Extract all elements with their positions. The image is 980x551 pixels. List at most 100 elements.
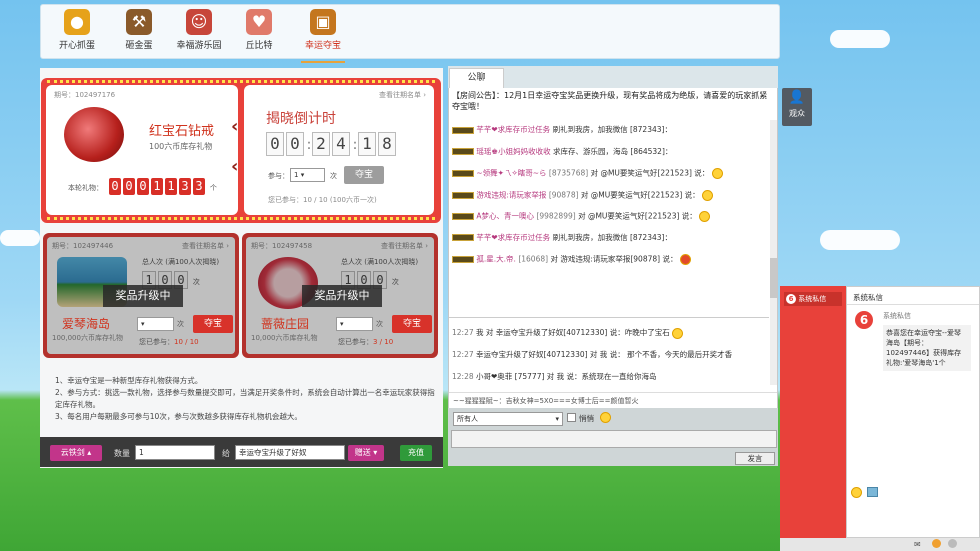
- viewers-button[interactable]: 👤 观众: [782, 88, 812, 126]
- nav-label: 丘比特: [245, 41, 273, 51]
- vip-badge-icon: [452, 213, 474, 220]
- bracket-icon: ‹: [231, 116, 239, 137]
- join-unit: 次: [177, 320, 184, 328]
- period-number: 期号：102497176: [54, 91, 116, 99]
- emoji-picker-icon[interactable]: [600, 412, 611, 423]
- treasure-button[interactable]: 夺宝: [392, 315, 432, 333]
- divider: [847, 304, 979, 305]
- select-value: 1: [294, 171, 299, 179]
- digit: 3: [179, 178, 191, 195]
- treasure-chest-icon: ▣: [310, 9, 336, 35]
- vip-badge-icon: [452, 256, 474, 263]
- prize-price: 100,000六币库存礼物: [52, 334, 123, 342]
- announcement-text: 【房间公告】：12月1日幸运夺宝奖品更换升级，现有奖品将成为绝版，请喜爱的玩家抓…: [452, 91, 768, 111]
- notification-icon[interactable]: [932, 539, 941, 548]
- chat-send-button[interactable]: 发言: [735, 452, 775, 465]
- join-count-select[interactable]: ▾: [336, 317, 373, 331]
- prize-price: 10,000六币库存礼物: [251, 334, 318, 342]
- chat-username[interactable]: 孤.星.大.帝.: [476, 255, 516, 264]
- nav-item-happy-egg[interactable]: ● 开心抓蛋: [47, 9, 107, 51]
- pm-contact-label: 系统私信: [798, 295, 827, 303]
- pm-sidebar: 6 系统私信: [780, 286, 846, 538]
- gift-notice-text: ~~猩猩猩賦~：吉秋女神=5X0===女博士后==颜值暂火: [453, 397, 639, 405]
- chat-user-id: [16068]: [518, 254, 549, 264]
- history-list-link[interactable]: 查看往期名单 ›: [379, 90, 426, 100]
- game-nav-bar: ● 开心抓蛋 ⚒ 砸金蛋 ☺ 幸福游乐园 ♥ 丘比特 ▣ 幸运夺宝: [40, 4, 780, 63]
- rule-item: 3、每名用户每期最多可参与10次，参与次数越多获得库存礼物机会越大。: [55, 412, 302, 421]
- treasure-button[interactable]: 夺宝: [344, 166, 384, 184]
- nav-item-smash-egg[interactable]: ⚒ 砸金蛋: [109, 9, 169, 51]
- nav-item-happy-park[interactable]: ☺ 幸福游乐园: [169, 9, 229, 51]
- chat-text: 求库存、游乐园，海岛 [864532]：: [553, 146, 673, 156]
- pm-image-icon[interactable]: [867, 487, 878, 497]
- settings-icon[interactable]: [948, 539, 957, 548]
- message-text: 我 对 幸运夺宝升级了好奴[40712330] 说：咋晚中了宝石: [476, 328, 670, 337]
- round-unit: 个: [209, 184, 217, 192]
- gift-select-button[interactable]: 云铁剑 ▴: [50, 445, 102, 461]
- qty-label: 数量: [114, 449, 130, 458]
- status-value: 10 / 10: [174, 338, 199, 346]
- status-prefix: 您已参与：: [338, 338, 373, 346]
- timer-digit: 8: [378, 132, 396, 156]
- emoji-icon: [711, 168, 723, 179]
- light-dots: [47, 80, 435, 83]
- gift-send-bar: 云铁剑 ▴ 数量 1 给 幸运夺宝升级了好奴 赠送 ▾ 充值: [40, 437, 443, 467]
- scrollbar-thumb[interactable]: [770, 258, 777, 298]
- cloud-decoration: [0, 230, 40, 246]
- mail-icon[interactable]: ✉: [914, 540, 921, 549]
- digit: 0: [109, 178, 121, 195]
- tab-public-chat[interactable]: 公聊: [449, 68, 504, 88]
- nav-label: 幸福游乐园: [176, 41, 222, 51]
- participation-status: 您已参与：3 / 10: [338, 337, 393, 347]
- message-text: 小哥❤奥菲 [75777] 对 我 说：系统现在一直给你海岛: [476, 372, 657, 381]
- treasure-button[interactable]: 夺宝: [193, 315, 233, 333]
- chat-username[interactable]: 芊芊❤求库存币过任务: [476, 125, 550, 134]
- message-time: 12:27: [452, 350, 474, 359]
- chat-message-input[interactable]: [451, 430, 777, 448]
- upgrade-badge: 奖品升级中: [103, 285, 183, 307]
- countdown-card: 查看往期名单 › 揭晓倒计时 00:24:18 参与： 1 ▾ 次 夺宝 您已参…: [244, 85, 434, 215]
- chat-target-select[interactable]: 所有人 ▾: [453, 412, 563, 426]
- private-checkbox[interactable]: [567, 413, 576, 422]
- pm-emoji-icon[interactable]: [851, 487, 862, 498]
- six-logo-icon: 6: [786, 294, 796, 304]
- pm-contact-system[interactable]: 6 系统私信: [784, 292, 842, 306]
- nav-label: 开心抓蛋: [58, 41, 95, 51]
- cloud-decoration: [830, 30, 890, 48]
- timer-digit: 2: [312, 132, 330, 156]
- prize-price: 100六币库存礼物: [149, 142, 213, 151]
- treasure-main-panel: 期号：102497176 红宝石钻戒 100六币库存礼物 本轮礼物： 00011…: [40, 68, 443, 468]
- main-prize-frame: 期号：102497176 红宝石钻戒 100六币库存礼物 本轮礼物： 00011…: [41, 78, 441, 223]
- chat-username[interactable]: ~领舞✦乁✧瞎哥~ら: [476, 169, 546, 178]
- chat-username[interactable]: A梦心、青一噢心: [476, 212, 534, 221]
- join-count-select[interactable]: 1 ▾: [290, 168, 325, 182]
- room-announcement: 【房间公告】：12月1日幸运夺宝奖品更换升级，现有奖品将成为绝版，请喜爱的玩家抓…: [452, 90, 770, 112]
- vip-badge-icon: [452, 234, 474, 241]
- nav-item-lucky-treasure[interactable]: ▣ 幸运夺宝: [293, 9, 353, 63]
- chat-text: 刷礼到我房，加我微信 [872343]：: [552, 232, 672, 242]
- recharge-button[interactable]: 充值: [400, 445, 432, 461]
- vip-badge-icon: [452, 191, 474, 199]
- emoji-icon: [702, 189, 714, 201]
- chat-username[interactable]: 瑶瑶♚小姐妈妈收收收: [476, 147, 550, 156]
- sub-prize-card-aegean: 期号：102497446 查看往期名单 › 总人次 (满100人次揭晓) 100…: [43, 233, 239, 358]
- rule-item: 2、参与方式：挑选一款礼物，选择参与数量提交即可，当满足开奖条件时，系统会自动计…: [55, 388, 435, 409]
- join-unit: 次: [330, 172, 337, 180]
- user-icon: 👤: [788, 90, 806, 105]
- chat-scrollbar[interactable]: [770, 120, 777, 385]
- chat-message: 孤.星.大.帝. [16068] 对 游戏违规:请玩家举报[90878] 说：: [452, 254, 770, 276]
- qty-input[interactable]: 1: [135, 445, 215, 460]
- chat-username[interactable]: 芊芊❤求库存币过任务: [476, 233, 550, 242]
- send-gift-button[interactable]: 赠送 ▾: [348, 445, 384, 461]
- viewers-label: 观众: [789, 109, 805, 118]
- recipient-select[interactable]: 幸运夺宝升级了好奴: [235, 445, 345, 460]
- message-time: 12:27: [452, 328, 474, 337]
- cupid-icon: ♥: [246, 9, 272, 35]
- nav-item-cupid[interactable]: ♥ 丘比特: [229, 9, 289, 51]
- chat-message: ~领舞✦乁✧瞎哥~ら [8735768] 对 @MU要笑运气好[221523] …: [452, 168, 770, 190]
- join-count-select[interactable]: ▾: [137, 317, 174, 331]
- chat-message: 芊芊❤求库存币过任务 刷礼到我房，加我微信 [872343]：: [452, 233, 770, 255]
- message-text: 幸运夺宝升级了好奴[40712330] 对 我 说： 那个不香，今天的最后开奖才…: [476, 350, 733, 359]
- chat-user-id: [8735768]: [548, 168, 589, 178]
- chat-username[interactable]: 游戏违规:请玩家举报: [476, 190, 546, 199]
